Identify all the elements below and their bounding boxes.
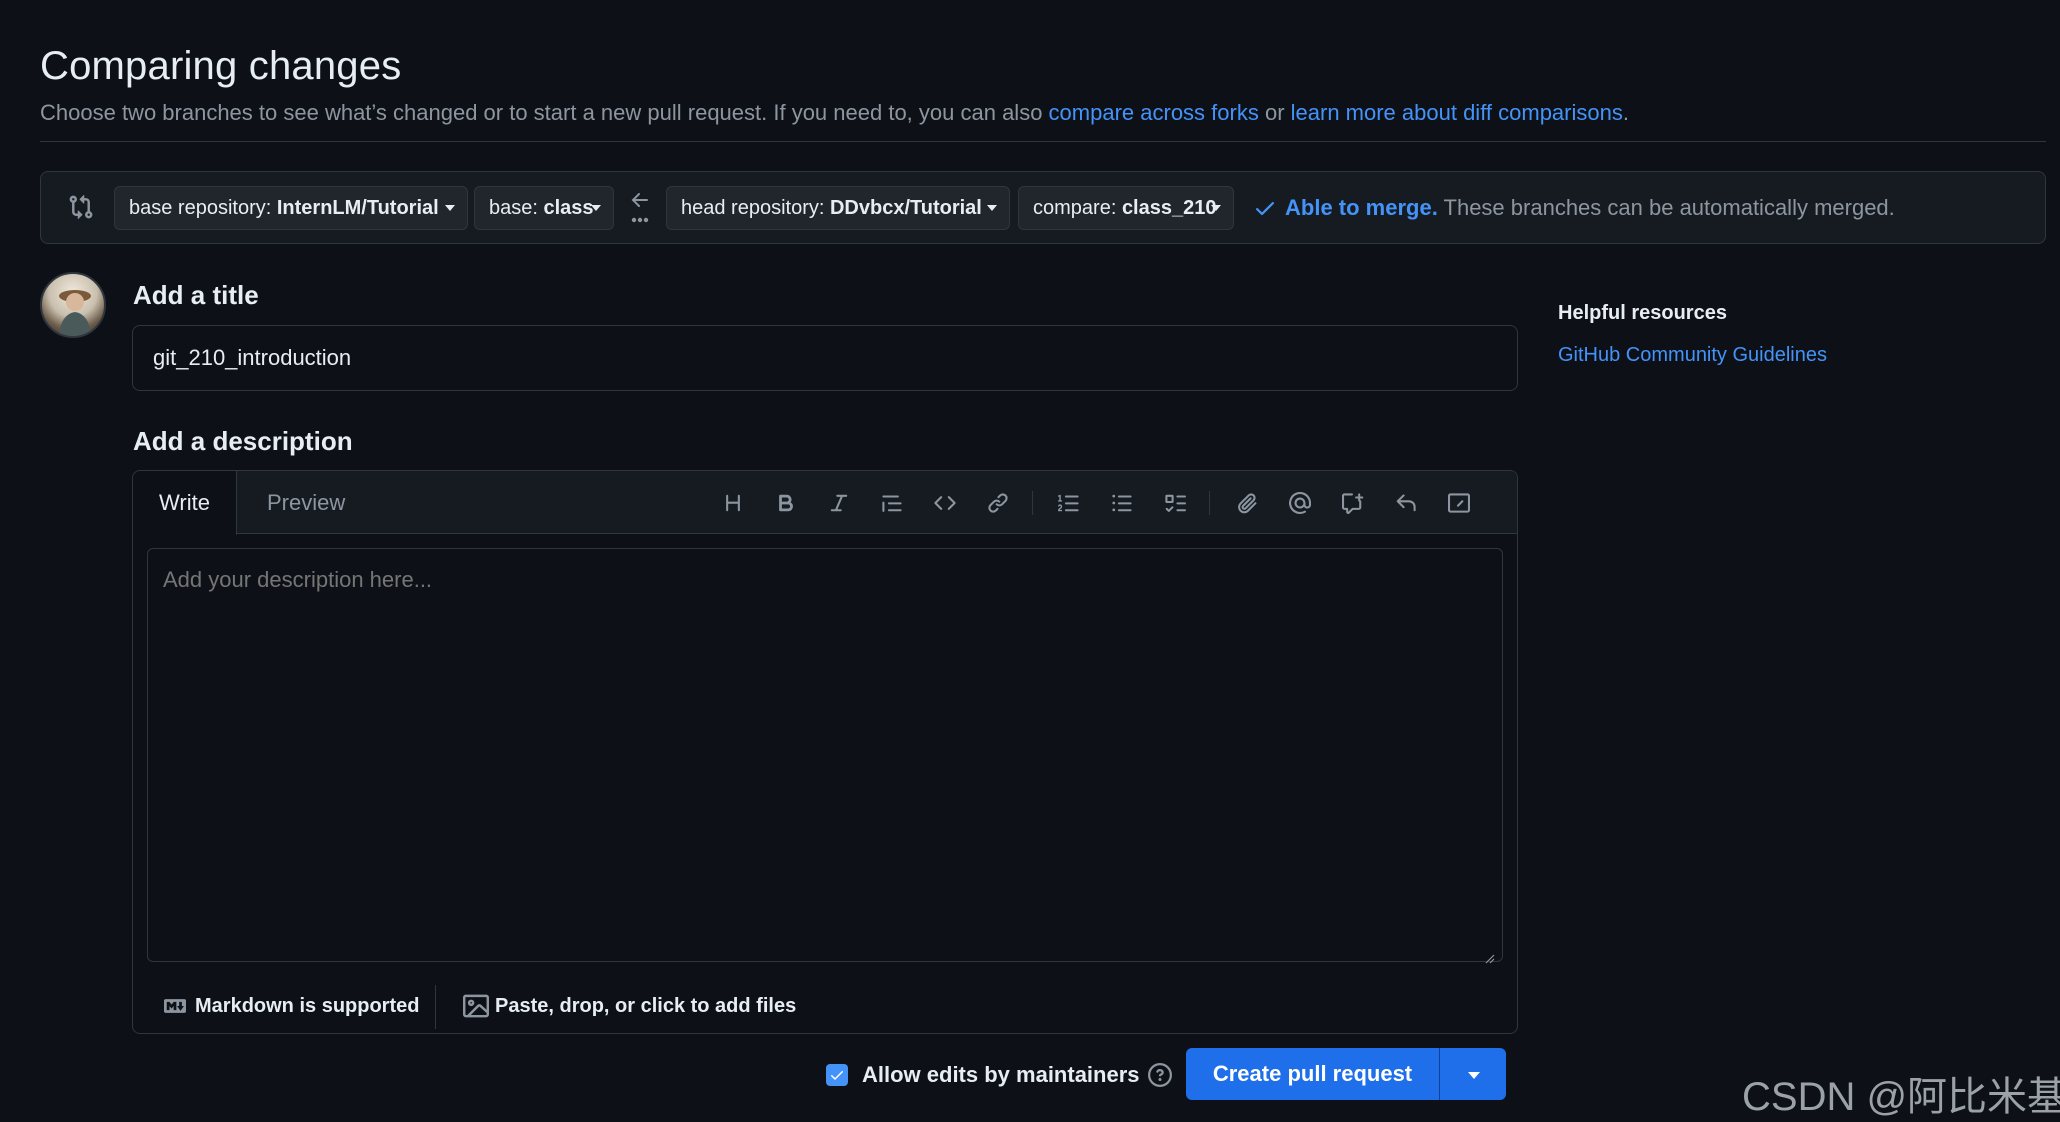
markdown-note: Markdown is supported [195,994,420,1017]
heading-icon[interactable] [717,487,749,519]
compare-branch-value: class_210 [1121,197,1217,219]
check-icon [1253,196,1277,220]
base-repository-select[interactable]: base repository: InternLM/Tutorial [114,186,468,230]
title-input[interactable] [132,325,1518,391]
header-divider [40,141,2046,142]
compare-branch-label: compare: [1033,197,1122,219]
code-icon[interactable] [929,487,961,519]
merge-status-text: These branches can be automatically merg… [1437,195,1895,220]
create-options-dropdown[interactable] [1440,1048,1506,1100]
base-branch-value: class [543,197,594,219]
community-guidelines-link[interactable]: GitHub Community Guidelines [1558,344,1827,367]
slash-command-icon[interactable] [1443,487,1475,519]
title-label: Add a title [133,280,259,310]
base-branch-select[interactable]: base: class [474,186,614,230]
quote-icon[interactable] [876,487,908,519]
page-subtitle: Choose two branches to see what’s change… [40,100,1629,126]
watermark: CSDN @阿比米基 [1742,1075,2060,1119]
attach-icon[interactable] [1231,487,1263,519]
allow-edits-checkbox[interactable] [826,1064,848,1086]
head-repository-select[interactable]: head repository: DDvbcx/Tutorial [666,186,1010,230]
head-repository-value: DDvbcx/Tutorial [829,197,982,219]
reply-icon[interactable] [1390,487,1422,519]
base-repository-value: InternLM/Tutorial [276,197,439,219]
editor-header: Write Preview [133,471,1517,535]
allow-edits-label: Allow edits by maintainers [862,1062,1140,1087]
helpful-resources-heading: Helpful resources [1558,302,1727,324]
toolbar-divider [1032,491,1033,515]
subtitle-end: . [1622,100,1629,125]
task-list-icon[interactable] [1159,487,1191,519]
markdown-supported-link[interactable]: Markdown is supported [161,991,419,1021]
footer-divider [435,985,436,1029]
git-compare-icon [68,194,94,220]
learn-more-link[interactable]: learn more about diff comparisons [1291,100,1623,125]
description-label: Add a description [133,426,353,456]
link-icon[interactable] [982,487,1014,519]
chevron-down-icon [591,205,601,211]
reference-icon[interactable] [1337,487,1369,519]
image-icon [463,994,489,1018]
base-branch-label: base: [489,197,544,219]
compare-branch-select[interactable]: compare: class_210 [1018,186,1234,230]
tab-write[interactable]: Write [133,471,237,535]
arrow-left-icon [629,188,651,228]
create-pull-request-button[interactable]: Create pull request [1186,1048,1440,1100]
toolbar-divider [1209,491,1210,515]
compare-page: Comparing changes Choose two branches to… [0,0,2060,1122]
subtitle-text: Choose two branches to see what’s change… [40,100,1049,125]
base-repository-label: base repository: [129,197,277,219]
markdown-toolbar [717,487,1497,519]
create-pull-request-group: Create pull request [1186,1048,1506,1100]
description-textarea[interactable] [147,548,1503,962]
check-icon [831,1071,843,1080]
chevron-down-icon [1211,205,1221,211]
head-repository-label: head repository: [681,197,830,219]
bold-icon[interactable] [770,487,802,519]
tab-preview[interactable]: Preview [241,471,371,535]
chevron-down-icon [445,205,455,211]
description-editor: Write Preview Add your description here.… [132,470,1518,1034]
merge-status: Able to merge. These branches can be aut… [1285,195,1895,221]
editor-footer: Markdown is supported Paste, drop, or cl… [133,977,1517,1035]
compare-forks-link[interactable]: compare across forks [1049,100,1259,125]
markdown-icon [164,999,186,1013]
italic-icon[interactable] [823,487,855,519]
subtitle-or: or [1258,100,1291,125]
question-icon[interactable] [1147,1063,1172,1087]
mention-icon[interactable] [1284,487,1316,519]
merge-status-ok: Able to merge. [1285,195,1438,220]
unordered-list-icon[interactable] [1106,487,1138,519]
ordered-list-icon[interactable] [1053,487,1085,519]
range-editor: base repository: InternLM/Tutorial base:… [40,171,2046,244]
avatar[interactable] [40,272,106,338]
add-files-note: Paste, drop, or click to add files [495,994,797,1017]
add-files-button[interactable]: Paste, drop, or click to add files [463,991,796,1021]
chevron-down-icon [987,205,997,211]
page-title: Comparing changes [40,44,402,88]
resize-handle-icon[interactable] [1483,951,1495,964]
allow-edits-option: Allow edits by maintainers [826,1060,1172,1090]
